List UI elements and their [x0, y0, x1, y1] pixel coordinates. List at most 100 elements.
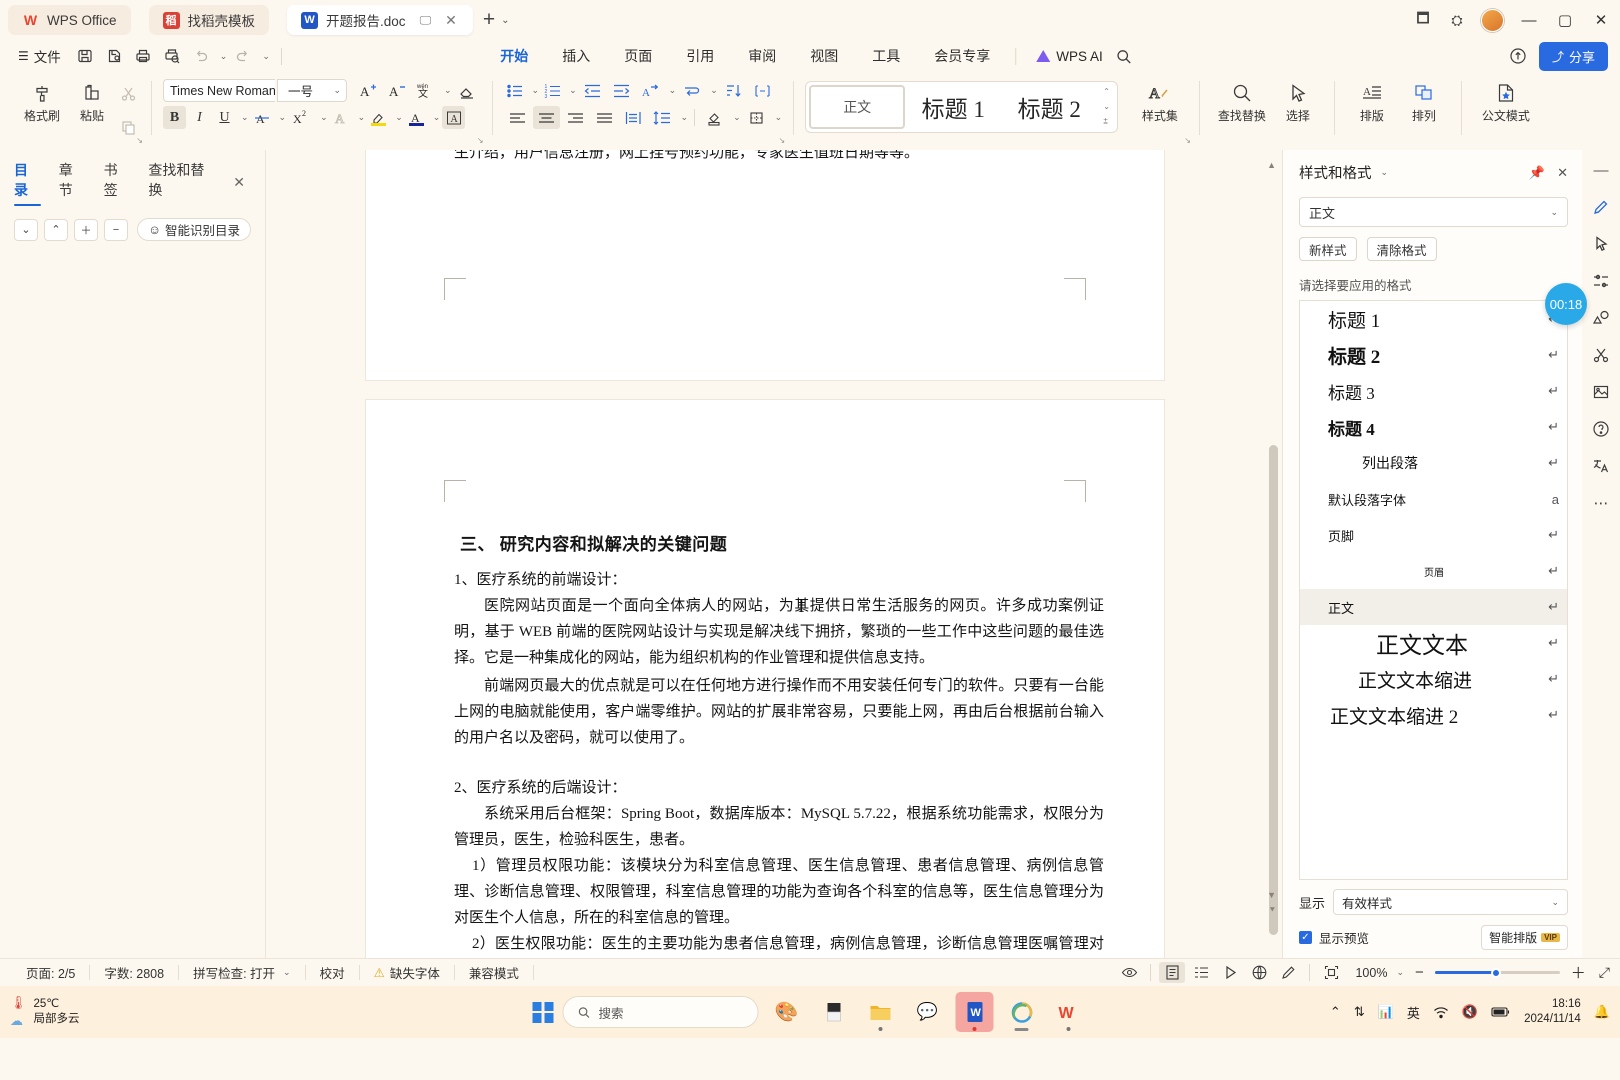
char-shading-button[interactable]: A — [442, 106, 466, 129]
taskbar-app-paint[interactable]: 🎨 — [768, 992, 806, 1032]
numbered-list-icon[interactable]: 123 — [541, 79, 564, 102]
tab-reference[interactable]: 引用 — [669, 42, 731, 70]
minimize-button[interactable]: — — [1518, 12, 1540, 29]
show-marks-dropdown-icon[interactable]: ⌄ — [710, 85, 718, 96]
tab-start[interactable]: 开始 — [483, 42, 545, 70]
help-icon[interactable] — [1592, 420, 1610, 438]
tab-active-document[interactable]: W 开题报告.doc 🖵 ✕ — [287, 5, 473, 35]
pen-icon[interactable] — [1275, 962, 1301, 983]
underline-dropdown-icon[interactable]: ⌄ — [241, 112, 249, 123]
smart-toc-button[interactable]: ☺ 智能识别目录 — [137, 218, 251, 241]
strikethrough-dropdown-icon[interactable]: ⌄ — [279, 112, 287, 123]
smart-typeset-button[interactable]: 智能排版 VIP — [1481, 925, 1568, 950]
document-page-1[interactable]: 生介绍，用户信息注册，网上挂号预约功能，专家医生值班日期等等。 — [366, 150, 1164, 380]
restore-layout-icon[interactable]: 🗖 — [1413, 8, 1433, 32]
bullet-list-icon[interactable] — [504, 79, 527, 102]
pen-icon[interactable] — [1592, 198, 1610, 216]
chart-icon[interactable]: 📊 — [1378, 1004, 1394, 1020]
collapse-icon[interactable]: — — [1594, 162, 1609, 179]
print-icon[interactable] — [130, 44, 156, 68]
more-icon[interactable]: ⋯ — [1594, 494, 1609, 512]
compat-mode-label[interactable]: 兼容模式 — [455, 965, 534, 981]
chevron-up-icon[interactable]: ⌃ — [1330, 1004, 1341, 1020]
decrease-indent-icon[interactable] — [579, 79, 606, 102]
word-count[interactable]: 字数: 2808 — [90, 965, 180, 981]
tab-review[interactable]: 审阅 — [731, 42, 793, 70]
bell-icon[interactable]: 🔔 — [1594, 1004, 1610, 1020]
tab-view[interactable]: 视图 — [793, 42, 855, 70]
tab-docer-template[interactable]: 稻 找稻壳模板 — [148, 5, 270, 35]
styles-dialog-launcher[interactable]: ↘ — [1184, 136, 1191, 145]
zoom-dropdown-icon[interactable]: ⌄ — [1396, 967, 1404, 978]
align-right-icon[interactable] — [562, 106, 589, 129]
font-size-input[interactable]: 一号 ⌄ — [277, 79, 347, 102]
zoom-level[interactable]: 100% — [1355, 966, 1387, 980]
close-icon[interactable]: ✕ — [1557, 165, 1568, 181]
style-heading1[interactable]: 标题 1 — [905, 85, 1001, 129]
start-button-icon[interactable] — [532, 1001, 554, 1023]
outline-view-icon[interactable] — [1188, 962, 1214, 983]
scissors-icon[interactable] — [1592, 346, 1610, 364]
taskbar-app-browser[interactable] — [1003, 992, 1041, 1032]
redo-icon[interactable] — [230, 44, 256, 68]
read-view-icon[interactable] — [1217, 962, 1243, 983]
show-preview-checkbox[interactable]: ✓ — [1299, 931, 1312, 944]
document-page-2[interactable]: 三、 研究内容和拟解决的关键问题 1、医疗系统的前端设计： 医院网站页面是一个面… — [366, 400, 1164, 958]
expand-gallery-icon[interactable]: ⩲ — [1103, 117, 1110, 127]
tab-list-dropdown-icon[interactable]: ⌄ — [501, 15, 509, 26]
save-as-icon[interactable] — [101, 44, 127, 68]
page-view-icon[interactable] — [1159, 962, 1186, 983]
customize-toolbar-icon[interactable]: ⌄ — [262, 51, 270, 62]
scroll-down-icon[interactable]: ▼ — [1267, 890, 1276, 900]
image-icon[interactable] — [1592, 383, 1610, 401]
scroll-page-down-icon[interactable]: ⯆ — [1269, 905, 1276, 916]
tab-preview-icon[interactable]: 🖵 — [420, 13, 432, 28]
style-list-item[interactable]: 正文文本缩进 ↵ — [1300, 661, 1567, 697]
cloud-upload-icon[interactable] — [1509, 47, 1527, 65]
settings-icon[interactable]: ⛭ — [1447, 12, 1467, 29]
scroll-down-icon[interactable]: ⌄ — [1103, 102, 1110, 111]
undo-dropdown-icon[interactable]: ⌄ — [220, 51, 228, 62]
align-left-icon[interactable] — [504, 106, 531, 129]
pinyin-guide-icon[interactable]: wén 文 — [412, 79, 439, 102]
superscript-button[interactable]: X2 — [288, 106, 315, 129]
current-style-select[interactable]: 正文 ⌄ — [1299, 197, 1568, 227]
text-effects-button[interactable]: A — [330, 106, 353, 129]
avatar[interactable] — [1481, 8, 1504, 32]
borders-icon[interactable] — [743, 106, 770, 129]
shading-icon[interactable] — [701, 106, 728, 129]
sort-icon[interactable] — [720, 79, 747, 102]
line-spacing-icon[interactable] — [649, 106, 676, 129]
toc-expand-button[interactable]: ⌃ — [44, 218, 68, 241]
bold-button[interactable]: B — [163, 106, 186, 129]
style-gallery-scroll[interactable]: ⌃ ⌄ ⩲ — [1097, 85, 1114, 129]
line-spacing-dropdown-icon[interactable]: ⌄ — [681, 112, 689, 123]
document-canvas[interactable]: 生介绍，用户信息注册，网上挂号预约功能，专家医生值班日期等等。 三、 研究内容和… — [266, 150, 1282, 958]
distribute-icon[interactable] — [620, 106, 647, 129]
typeset-button[interactable]: A 排版 — [1346, 75, 1398, 124]
highlight-button[interactable] — [367, 106, 390, 129]
nav-tab-chapter[interactable]: 章节 — [59, 160, 86, 204]
file-menu-button[interactable]: ☰ 文件 — [10, 44, 69, 68]
print-preview-icon[interactable] — [159, 44, 185, 68]
zoom-slider[interactable] — [1434, 967, 1560, 978]
show-filter-select[interactable]: 有效样式 ⌄ — [1333, 889, 1568, 915]
web-view-icon[interactable] — [1246, 962, 1272, 983]
volume-icon[interactable]: 🔇 — [1462, 1004, 1478, 1020]
shading-dropdown-icon[interactable]: ⌄ — [733, 112, 741, 123]
style-list-item[interactable]: 页眉 ↵ — [1300, 553, 1567, 589]
select-button[interactable]: 选择 — [1273, 75, 1323, 124]
tab-wps-office[interactable]: W WPS Office — [8, 5, 131, 35]
align-center-icon[interactable] — [532, 106, 560, 129]
style-list-item[interactable]: 正文文本 ↵ — [1300, 625, 1567, 661]
style-list-item[interactable]: 标题 1↵ — [1300, 301, 1567, 337]
font-color-button[interactable]: A — [405, 106, 428, 129]
superscript-dropdown-icon[interactable]: ⌄ — [320, 112, 328, 123]
undo-icon[interactable] — [188, 44, 214, 68]
spellcheck-status[interactable]: 拼写检查: 打开 ⌄ — [179, 965, 306, 981]
tab-close-icon[interactable]: ✕ — [443, 12, 459, 29]
tab-insert[interactable]: 插入 — [545, 42, 607, 70]
italic-button[interactable]: I — [188, 106, 211, 129]
close-button[interactable]: ✕ — [1590, 11, 1612, 29]
highlight-dropdown-icon[interactable]: ⌄ — [395, 112, 403, 123]
